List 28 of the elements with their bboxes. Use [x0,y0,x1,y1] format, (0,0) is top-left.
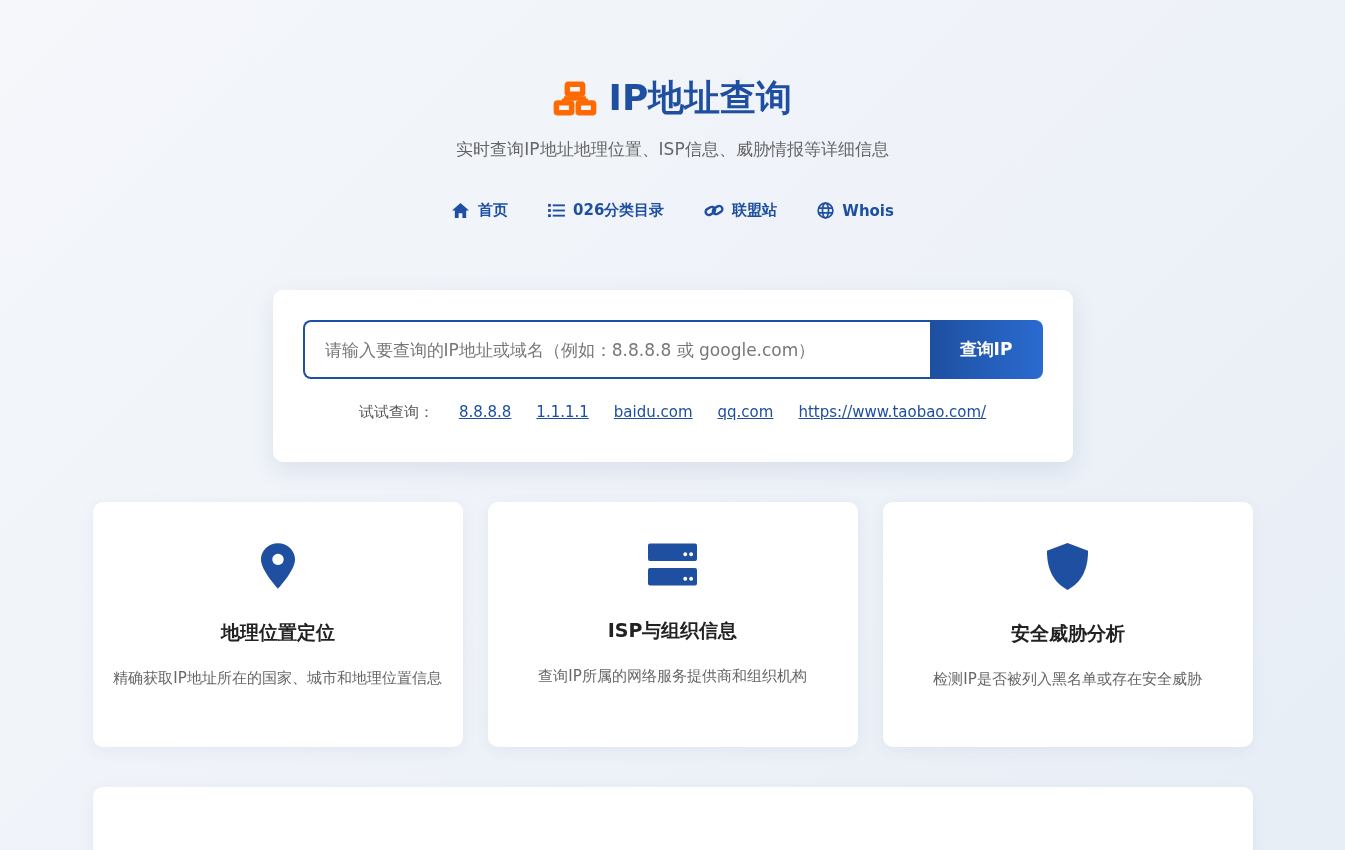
home-icon [451,202,471,219]
example-link[interactable]: 8.8.8.8 [458,403,512,422]
feature-description: 检测IP是否被列入黑名单或存在安全威胁 [933,669,1202,690]
list-icon [548,203,566,218]
globe-icon [817,202,835,219]
page-title: IP地址查询 [608,76,793,120]
example-link[interactable]: baidu.com [613,403,693,422]
feature-title: 安全威胁分析 [1010,621,1125,646]
search-button[interactable]: 查询IP [929,320,1043,379]
example-link[interactable]: qq.com [717,403,774,422]
network-icon [552,80,597,116]
link-icon [704,203,725,218]
feature-title: 地理位置定位 [220,620,335,645]
examples-label: 试试查询： [358,403,434,422]
server-icon [648,542,697,588]
feature-description: 精确获取IP地址所在的国家、城市和地理位置信息 [113,668,442,689]
map-pin-icon [259,542,296,590]
feature-title: ISP与组织信息 [607,618,738,643]
nav-link[interactable]: 026分类目录 [548,201,665,220]
shield-icon [1045,542,1090,591]
nav-link[interactable]: 首页 [451,201,509,220]
page-subtitle: 实时查询IP地址地理位置、ISP信息、威胁情报等详细信息 [456,138,889,161]
example-link[interactable]: https://www.taobao.com/ [798,403,987,422]
nav-link[interactable]: Whois [817,201,894,220]
search-field[interactable]: 请输入要查询的IP地址或域名（例如：8.8.8.8 或 google.com） [302,320,930,379]
nav-link[interactable]: 联盟站 [704,201,778,220]
feature-description: 查询IP所属的网络服务提供商和组织机构 [538,666,807,687]
example-link[interactable]: 1.1.1.1 [536,403,589,422]
